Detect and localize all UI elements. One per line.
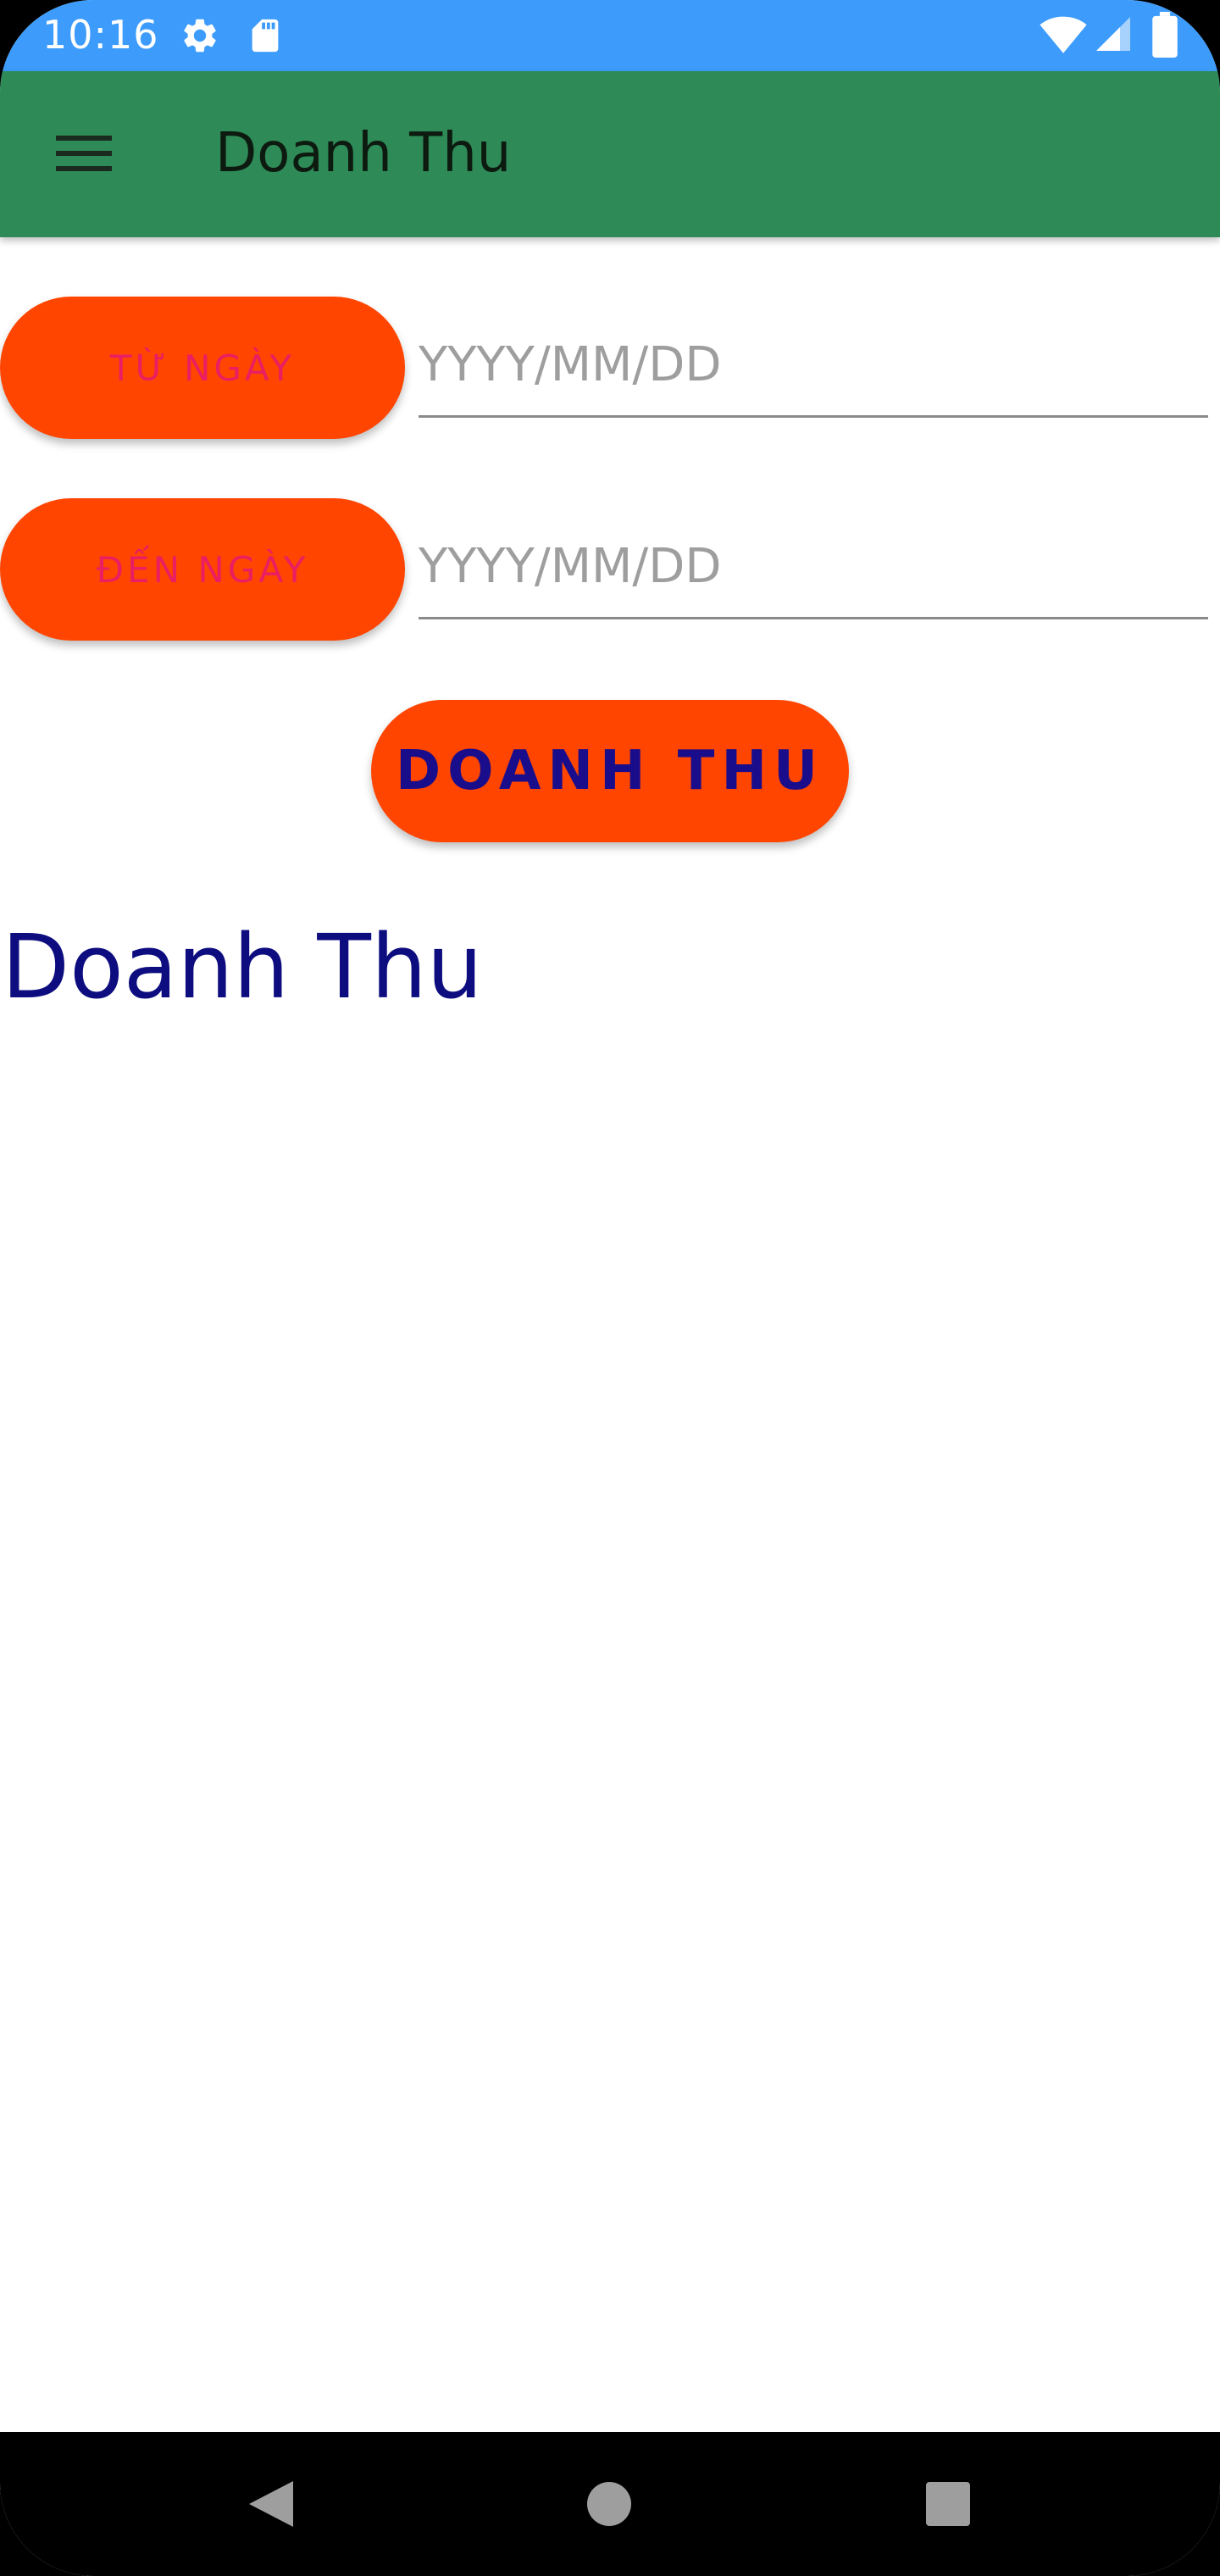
to-date-button[interactable]: ĐẾN NGÀY [0, 498, 405, 641]
gear-icon [180, 15, 220, 60]
signal-icon [1093, 14, 1134, 58]
hamburger-menu-icon[interactable] [37, 107, 130, 200]
app-title: Doanh Thu [215, 122, 512, 185]
sd-card-icon [246, 15, 285, 60]
wifi-icon [1039, 14, 1088, 58]
home-icon[interactable] [571, 2466, 647, 2542]
to-date-input[interactable] [419, 515, 1208, 619]
from-date-input[interactable] [419, 314, 1208, 418]
app-screen: 10:16 Doanh Thu TỪ NGÀY YYYY/MM/DD ĐẾN N… [0, 0, 1220, 2576]
from-date-button[interactable]: TỪ NGÀY [0, 297, 405, 439]
battery-icon [1152, 12, 1178, 62]
status-bar: 10:16 [0, 0, 1220, 71]
status-time: 10:16 [42, 12, 159, 58]
revenue-button[interactable]: DOANH THU [371, 700, 849, 842]
app-bar: Doanh Thu [0, 71, 1220, 237]
back-icon[interactable] [232, 2466, 308, 2542]
recents-icon[interactable] [910, 2466, 986, 2542]
revenue-result-label: Doanh Thu [2, 915, 483, 1019]
system-nav-bar [0, 2432, 1220, 2576]
